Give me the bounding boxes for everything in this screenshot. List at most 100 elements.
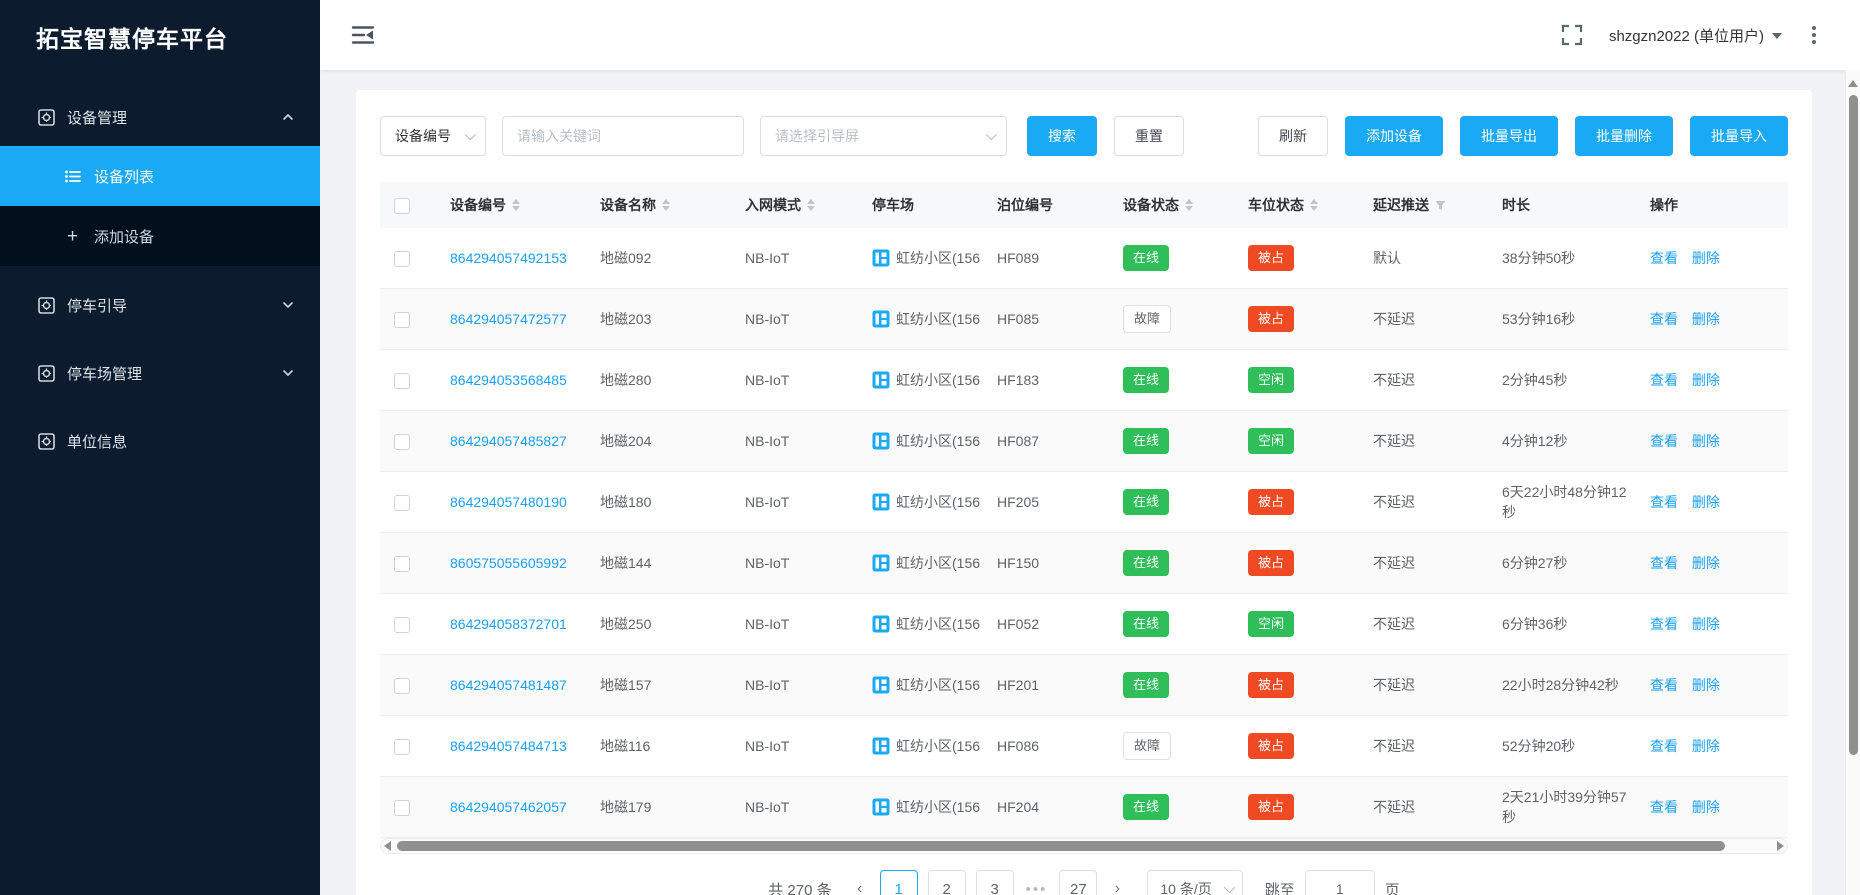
reset-button[interactable]: 重置 (1114, 116, 1184, 156)
scroll-up-arrow-icon[interactable] (1848, 80, 1858, 87)
delay-push: 不延迟 (1359, 472, 1488, 533)
sidebar-item-device-list[interactable]: 设备列表 (0, 146, 320, 206)
view-link[interactable]: 查看 (1650, 372, 1678, 388)
chevron-up-icon (282, 111, 294, 123)
select-all-checkbox[interactable] (394, 198, 410, 214)
view-link[interactable]: 查看 (1650, 433, 1678, 449)
sidebar-item-add-device[interactable]: + 添加设备 (0, 206, 320, 266)
sort-icon[interactable] (1310, 199, 1318, 211)
device-id-link[interactable]: 864294057484713 (450, 738, 567, 754)
sidebar-item-device-management[interactable]: 设备管理 (0, 88, 320, 146)
delete-link[interactable]: 删除 (1692, 616, 1720, 632)
batch-delete-button[interactable]: 批量删除 (1575, 116, 1673, 156)
device-id-link[interactable]: 864294057481487 (450, 677, 567, 693)
sidebar-item-unit-info[interactable]: 单位信息 (0, 412, 320, 470)
search-type-select[interactable]: 设备编号 (380, 116, 486, 156)
batch-import-button[interactable]: 批量导入 (1690, 116, 1788, 156)
device-name: 地磁144 (586, 533, 731, 594)
sidebar-item-label: 添加设备 (94, 226, 154, 247)
horizontal-scrollbar[interactable] (380, 838, 1788, 854)
device-id-link[interactable]: 864294057485827 (450, 433, 567, 449)
table-row: 864294057472577 地磁203 NB-IoT 虹纺小区(156 HF… (380, 289, 1788, 350)
row-checkbox[interactable] (394, 373, 410, 389)
berth-number: HF089 (983, 228, 1109, 289)
space-status-badge: 被占 (1248, 794, 1294, 820)
scroll-right-arrow-icon[interactable] (1777, 841, 1784, 851)
sort-icon[interactable] (807, 199, 815, 211)
vertical-scrollbar[interactable] (1845, 70, 1860, 895)
filter-funnel-icon[interactable] (1435, 200, 1446, 211)
berth-number: HF150 (983, 533, 1109, 594)
horizontal-scrollbar-thumb[interactable] (397, 841, 1725, 851)
chevron-down-icon (282, 299, 294, 311)
row-checkbox[interactable] (394, 251, 410, 267)
prev-page-icon[interactable]: ‹ (850, 880, 870, 895)
vertical-scrollbar-thumb[interactable] (1849, 95, 1858, 755)
page-size-select[interactable]: 10 条/页 (1147, 870, 1242, 895)
row-checkbox[interactable] (394, 495, 410, 511)
device-id-link[interactable]: 864294053568485 (450, 372, 567, 388)
sort-icon[interactable] (662, 199, 670, 211)
parking-lot: 虹纺小区(156 (896, 736, 980, 756)
table-row: 864294057485827 地磁204 NB-IoT 虹纺小区(156 HF… (380, 411, 1788, 472)
delete-link[interactable]: 删除 (1692, 677, 1720, 693)
device-id-link[interactable]: 860575055605992 (450, 555, 567, 571)
delete-link[interactable]: 删除 (1692, 738, 1720, 754)
row-checkbox[interactable] (394, 617, 410, 633)
page-number[interactable]: 2 (928, 870, 966, 895)
row-checkbox[interactable] (394, 556, 410, 572)
view-link[interactable]: 查看 (1650, 677, 1678, 693)
jump-label: 跳至 (1265, 879, 1295, 895)
view-link[interactable]: 查看 (1650, 616, 1678, 632)
more-menu-icon[interactable] (1808, 22, 1820, 48)
delete-link[interactable]: 删除 (1692, 433, 1720, 449)
page-ellipsis[interactable]: ••• (1026, 881, 1048, 895)
page-number[interactable]: 1 (880, 870, 918, 895)
row-checkbox[interactable] (394, 739, 410, 755)
device-id-link[interactable]: 864294057462057 (450, 799, 567, 815)
search-button[interactable]: 搜索 (1027, 116, 1097, 156)
jump-page-input[interactable] (1305, 870, 1375, 895)
next-page-icon[interactable]: › (1107, 880, 1127, 895)
add-device-button[interactable]: 添加设备 (1345, 116, 1443, 156)
device-id-link[interactable]: 864294057472577 (450, 311, 567, 327)
sort-icon[interactable] (1185, 199, 1193, 211)
sidebar-item-parking-guidance[interactable]: 停车引导 (0, 276, 320, 334)
device-id-link[interactable]: 864294057492153 (450, 250, 567, 266)
row-checkbox[interactable] (394, 800, 410, 816)
fullscreen-icon[interactable] (1561, 24, 1583, 46)
delete-link[interactable]: 删除 (1692, 311, 1720, 327)
refresh-button[interactable]: 刷新 (1258, 116, 1328, 156)
delay-push: 不延迟 (1359, 289, 1488, 350)
view-link[interactable]: 查看 (1650, 250, 1678, 266)
view-link[interactable]: 查看 (1650, 799, 1678, 815)
scroll-left-arrow-icon[interactable] (384, 841, 391, 851)
device-name: 地磁092 (586, 228, 731, 289)
row-checkbox[interactable] (394, 312, 410, 328)
batch-export-button[interactable]: 批量导出 (1460, 116, 1558, 156)
view-link[interactable]: 查看 (1650, 494, 1678, 510)
delete-link[interactable]: 删除 (1692, 799, 1720, 815)
delete-link[interactable]: 删除 (1692, 555, 1720, 571)
view-link[interactable]: 查看 (1650, 738, 1678, 754)
user-menu[interactable]: shzgzn2022 (单位用户) (1609, 25, 1782, 46)
device-id-link[interactable]: 864294058372701 (450, 616, 567, 632)
chevron-down-icon (282, 367, 294, 379)
keyword-input[interactable] (517, 128, 729, 144)
parking-lot: 虹纺小区(156 (896, 248, 980, 268)
delete-link[interactable]: 删除 (1692, 372, 1720, 388)
delete-link[interactable]: 删除 (1692, 494, 1720, 510)
device-id-link[interactable]: 864294057480190 (450, 494, 567, 510)
sidebar-item-lot-management[interactable]: 停车场管理 (0, 344, 320, 402)
view-link[interactable]: 查看 (1650, 555, 1678, 571)
delete-link[interactable]: 删除 (1692, 250, 1720, 266)
row-checkbox[interactable] (394, 434, 410, 450)
row-checkbox[interactable] (394, 678, 410, 694)
collapse-menu-icon[interactable] (350, 22, 376, 48)
duration: 53分钟16秒 (1488, 289, 1636, 350)
page-number[interactable]: 3 (976, 870, 1014, 895)
sort-icon[interactable] (512, 199, 520, 211)
guidance-screen-select[interactable]: 请选择引导屏 (760, 116, 1007, 156)
page-number[interactable]: 27 (1059, 870, 1097, 895)
view-link[interactable]: 查看 (1650, 311, 1678, 327)
